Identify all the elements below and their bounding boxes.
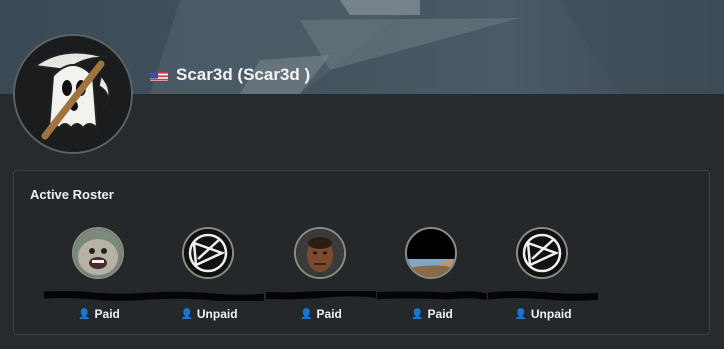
member-status: 👤 Paid xyxy=(411,307,453,321)
redacted-username xyxy=(488,291,598,301)
profile-name: Scar3d (Scar3d ) xyxy=(150,64,310,86)
seal-avatar[interactable] xyxy=(72,227,124,279)
redacted-username xyxy=(377,291,487,301)
user-check-icon: 👤 xyxy=(411,308,424,320)
roster-member[interactable]: 👤 Paid xyxy=(266,227,376,327)
member-status: 👤 Paid xyxy=(300,307,342,321)
user-x-icon: 👤 xyxy=(514,308,527,320)
redacted-username xyxy=(154,291,264,301)
logo-avatar[interactable] xyxy=(516,227,568,279)
logo-avatar[interactable] xyxy=(182,227,234,279)
profile-avatar[interactable] xyxy=(13,34,133,154)
active-roster-panel: Active Roster 👤 Paid 👤 Unpaid 👤 Paid 👤 P… xyxy=(13,170,710,335)
member-status: 👤 Unpaid xyxy=(514,307,572,321)
member-status: 👤 Unpaid xyxy=(180,307,238,321)
roster-title: Active Roster xyxy=(30,187,114,202)
roster-member[interactable]: 👤 Unpaid xyxy=(488,227,598,327)
member-status: 👤 Paid xyxy=(78,307,120,321)
redacted-username xyxy=(44,291,154,301)
landscape-avatar[interactable] xyxy=(405,227,457,279)
redacted-username xyxy=(266,291,376,300)
user-check-icon: 👤 xyxy=(78,308,91,320)
profile-name-text: Scar3d (Scar3d ) xyxy=(176,65,311,84)
ghost-reaper-icon xyxy=(15,36,131,152)
roster-member[interactable]: 👤 Unpaid xyxy=(154,227,264,327)
us-flag-icon xyxy=(150,69,168,81)
user-x-icon: 👤 xyxy=(180,308,193,320)
roster-member[interactable]: 👤 Paid xyxy=(377,227,487,327)
roster-member[interactable]: 👤 Paid xyxy=(44,227,154,327)
user-check-icon: 👤 xyxy=(300,308,313,320)
man-avatar[interactable] xyxy=(294,227,346,279)
